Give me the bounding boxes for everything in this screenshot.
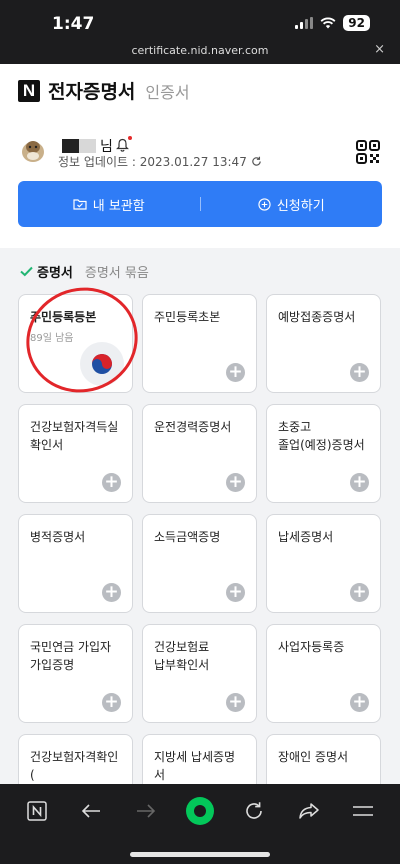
certificate-title: 건강보험자격확인( 통보)서: [30, 750, 119, 782]
certificate-card[interactable]: 예방접종증명서 +: [266, 294, 381, 393]
user-name-redacted: [62, 139, 96, 153]
certificate-grid: 주민등록등본 89일 남음 주민등록초본 + 예방접종증명서 + 건강보험자격득실 확인서 +…: [18, 294, 382, 784]
status-icons: 92: [295, 15, 370, 31]
check-icon: [20, 266, 33, 277]
certificate-card[interactable]: 초중고 졸업(예정)증명서 +: [266, 404, 381, 503]
apply-button[interactable]: 신청하기: [201, 195, 383, 214]
notification-dot: [127, 135, 132, 140]
close-icon[interactable]: ×: [374, 42, 385, 57]
apply-label: 신청하기: [276, 198, 325, 214]
green-dot-icon[interactable]: [185, 796, 215, 826]
home-indicator: [130, 852, 270, 857]
tab-certificates-label: 증명서: [37, 266, 73, 281]
certificate-card[interactable]: 운전경력증명서 +: [142, 404, 257, 503]
page-title: 전자증명서: [48, 81, 136, 103]
certificate-title: 주민등록등본: [30, 310, 97, 324]
add-certificate-icon[interactable]: +: [102, 693, 121, 712]
certificate-title: 예방접종증명서: [278, 310, 356, 324]
certificate-card[interactable]: 주민등록초본 +: [142, 294, 257, 393]
add-certificate-icon[interactable]: +: [226, 363, 245, 382]
add-certificate-icon[interactable]: +: [350, 363, 369, 382]
browser-top-bar: 1:47 92 certificate.nid.naver.com ×: [0, 0, 400, 64]
share-icon[interactable]: [294, 796, 324, 826]
status-time: 1:47: [52, 14, 95, 34]
page-header: N 전자증명서 인증서 님 정보 업데이트 : 2023.01.27 13:47…: [0, 64, 400, 248]
page-subtitle[interactable]: 인증서: [145, 79, 189, 103]
url-text[interactable]: certificate.nid.naver.com: [0, 44, 400, 57]
certificate-title: 장애인 증명서: [278, 750, 349, 764]
forward-arrow-icon[interactable]: [131, 796, 161, 826]
tab-certificate-bundles[interactable]: 증명서 묶음: [85, 262, 149, 281]
certificate-card[interactable]: 지방세 납세증명서+: [142, 734, 257, 784]
add-certificate-icon[interactable]: +: [350, 693, 369, 712]
add-certificate-icon[interactable]: +: [226, 473, 245, 492]
my-storage-button[interactable]: 내 보관함: [18, 195, 200, 214]
signal-icon: [295, 17, 314, 29]
korea-emblem-icon: [80, 342, 124, 386]
wifi-icon: [320, 17, 336, 29]
certificate-tabs: 증명서 증명서 묶음: [20, 262, 149, 281]
certificate-title: 국민연금 가입자 가입증명: [30, 640, 112, 672]
add-certificate-icon[interactable]: +: [226, 693, 245, 712]
certificate-card[interactable]: 병적증명서 +: [18, 514, 133, 613]
naver-home-icon[interactable]: [22, 796, 52, 826]
certificate-card[interactable]: 사업자등록증 +: [266, 624, 381, 723]
certificate-card[interactable]: 주민등록등본 89일 남음: [18, 294, 133, 393]
battery-indicator: 92: [343, 15, 370, 31]
reload-icon[interactable]: [239, 796, 269, 826]
browser-bottom-bar: [0, 784, 400, 864]
certificate-card[interactable]: 소득금액증명 +: [142, 514, 257, 613]
add-certificate-icon[interactable]: +: [102, 473, 121, 492]
brand: N 전자증명서 인증서: [18, 77, 190, 104]
add-certificate-icon[interactable]: +: [350, 473, 369, 492]
avatar[interactable]: [20, 136, 46, 164]
plus-circle-icon: [258, 197, 271, 211]
browser-nav-row: [0, 794, 400, 828]
certificate-card[interactable]: 납세증명서 +: [266, 514, 381, 613]
certificate-title: 운전경력증명서: [154, 420, 232, 434]
add-certificate-icon[interactable]: +: [226, 583, 245, 602]
certificate-card[interactable]: 장애인 증명서+: [266, 734, 381, 784]
qr-code-icon[interactable]: [356, 140, 380, 164]
back-arrow-icon[interactable]: [76, 796, 106, 826]
naver-logo: N: [18, 79, 40, 102]
certificate-title: 건강보험료 납부확인서: [154, 640, 210, 672]
certificate-title: 소득금액증명: [154, 530, 221, 544]
certificate-card[interactable]: 국민연금 가입자 가입증명 +: [18, 624, 133, 723]
certificate-title: 초중고 졸업(예정)증명서: [278, 420, 365, 452]
certificate-title: 납세증명서: [278, 530, 334, 544]
certificate-title: 병적증명서: [30, 530, 86, 544]
certificate-title: 지방세 납세증명서: [154, 750, 236, 782]
certificate-card[interactable]: 건강보험자격확인( 통보)서+: [18, 734, 133, 784]
certificate-title: 건강보험자격득실 확인서: [30, 420, 119, 452]
add-certificate-icon[interactable]: +: [350, 583, 369, 602]
refresh-icon[interactable]: [251, 156, 262, 167]
menu-icon[interactable]: [348, 796, 378, 826]
update-text: 정보 업데이트 : 2023.01.27 13:47: [58, 155, 247, 169]
my-storage-label: 내 보관함: [92, 198, 145, 214]
update-line: 정보 업데이트 : 2023.01.27 13:47: [58, 153, 262, 170]
certificate-card[interactable]: 건강보험료 납부확인서 +: [142, 624, 257, 723]
certificate-title: 주민등록초본: [154, 310, 221, 324]
action-bar: 내 보관함 신청하기: [18, 181, 382, 227]
folder-check-icon: [73, 199, 87, 210]
tab-certificates[interactable]: 증명서: [20, 262, 73, 281]
certificate-card[interactable]: 건강보험자격득실 확인서 +: [18, 404, 133, 503]
certificate-title: 사업자등록증: [278, 640, 345, 654]
add-certificate-icon[interactable]: +: [102, 583, 121, 602]
